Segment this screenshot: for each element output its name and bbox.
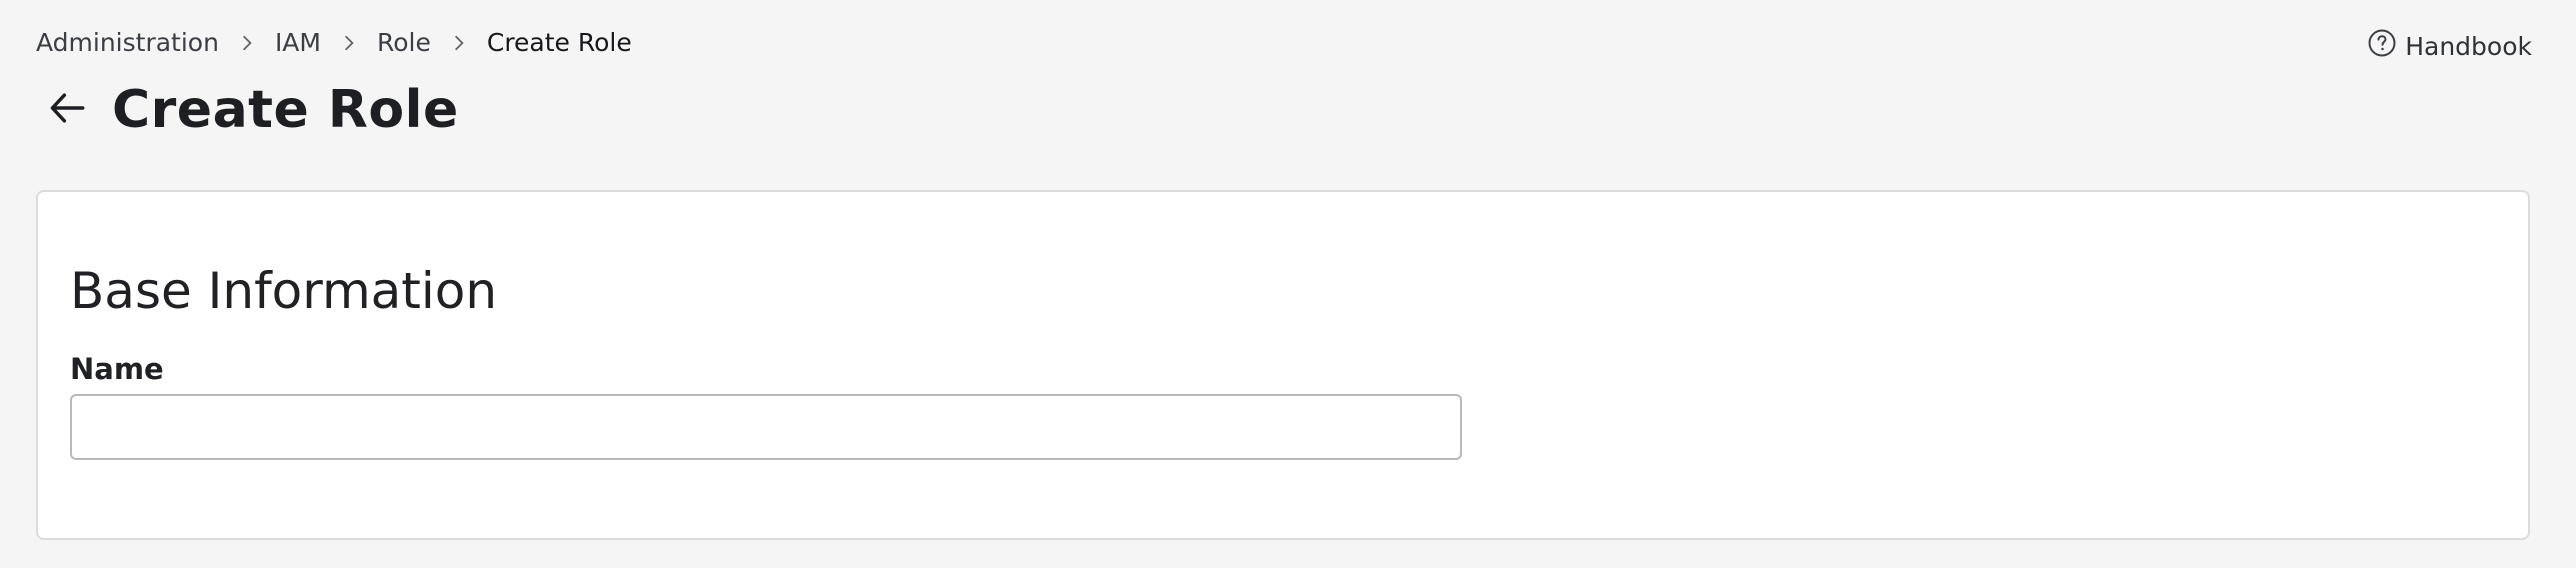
breadcrumb-item-create-role: Create Role	[486, 28, 632, 57]
handbook-link[interactable]: Handbook	[2367, 28, 2532, 64]
name-input[interactable]	[70, 394, 1462, 460]
handbook-label[interactable]: Handbook	[2405, 32, 2532, 61]
chevron-right-icon	[431, 34, 487, 52]
breadcrumb-item-administration[interactable]: Administration	[36, 28, 219, 57]
page-header: Create Role	[44, 80, 459, 140]
name-label: Name	[70, 352, 164, 386]
breadcrumb: Administration IAM Role Create Role	[36, 28, 632, 57]
breadcrumb-item-role[interactable]: Role	[377, 28, 431, 57]
arrow-left-icon	[46, 86, 90, 134]
base-information-card: Base Information Name	[36, 190, 2530, 540]
back-button[interactable]	[44, 86, 92, 134]
chevron-right-icon	[321, 34, 377, 52]
page-title: Create Role	[112, 80, 459, 140]
breadcrumb-item-iam[interactable]: IAM	[275, 28, 321, 57]
section-title: Base Information	[70, 262, 498, 320]
chevron-right-icon	[219, 34, 275, 52]
help-circle-icon	[2367, 28, 2397, 64]
